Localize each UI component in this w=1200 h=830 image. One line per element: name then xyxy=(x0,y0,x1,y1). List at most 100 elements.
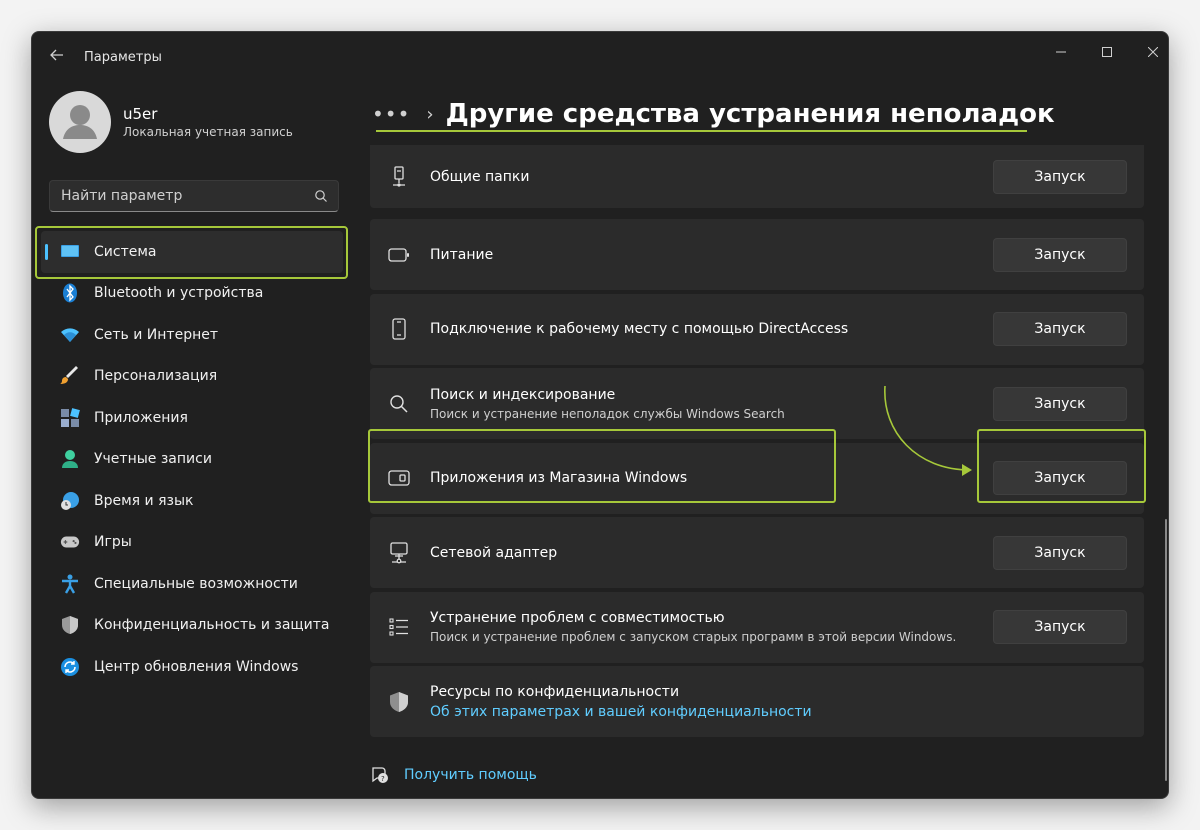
list-icon xyxy=(388,616,410,638)
person-icon xyxy=(60,449,80,469)
list-item: Подключение к рабочему месту с помощью D… xyxy=(370,293,1144,365)
row-title: Поиск и индексирование xyxy=(430,386,616,403)
apps-icon xyxy=(60,407,80,428)
sidebar-item-network[interactable]: Сеть и Интернет xyxy=(37,314,347,356)
chevron-right-icon: › xyxy=(426,103,434,125)
network-adapter-icon xyxy=(388,541,410,564)
row-text: Приложения из Магазина Windows xyxy=(430,470,687,486)
run-button[interactable]: Запуск xyxy=(993,610,1127,644)
sidebar-item-accounts[interactable]: Учетные записи xyxy=(37,439,347,481)
store-app-icon xyxy=(388,467,410,489)
row-text: Поиск и индексирование Поиск и устранени… xyxy=(430,387,785,421)
list-item: Общие папки Запуск xyxy=(370,145,1144,208)
row-text: Сетевой адаптер xyxy=(430,545,557,561)
sidebar-item-system[interactable]: Система xyxy=(41,231,343,273)
sidebar-item-windows-update[interactable]: Центр обновления Windows xyxy=(37,646,347,688)
close-button[interactable] xyxy=(1130,38,1168,66)
row-title: Общие папки xyxy=(430,168,530,185)
sidebar-nav: Система Bluetooth и устройства Сеть и Ин… xyxy=(37,231,347,688)
arrow-left-icon xyxy=(50,49,63,61)
settings-window: Параметры u5er Локальная учетная запись … xyxy=(31,31,1169,799)
privacy-resources-card: Ресурсы по конфиденциальности Об этих па… xyxy=(370,666,1144,737)
run-button[interactable]: Запуск xyxy=(993,461,1127,495)
gamepad-icon xyxy=(60,532,80,552)
list-item: Устранение проблем с совместимостью Поис… xyxy=(370,591,1144,663)
maximize-button[interactable] xyxy=(1084,38,1130,66)
row-text: Устранение проблем с совместимостью Поис… xyxy=(430,610,956,644)
close-icon xyxy=(1148,47,1158,57)
sidebar-item-label: Персонализация xyxy=(94,368,218,385)
phone-device-icon xyxy=(388,318,410,340)
back-button[interactable] xyxy=(46,46,68,68)
sidebar-item-accessibility[interactable]: Специальные возможности xyxy=(37,563,347,605)
row-title: Подключение к рабочему месту с помощью D… xyxy=(430,321,849,337)
row-title: Приложения из Магазина Windows xyxy=(430,470,688,486)
sidebar-item-label: Bluetooth и устройства xyxy=(94,285,264,302)
search-input[interactable] xyxy=(50,181,306,211)
get-help-link[interactable]: ? Получить помощь xyxy=(370,765,537,785)
update-icon xyxy=(60,657,80,677)
minimize-button[interactable] xyxy=(1038,38,1084,66)
shield-icon xyxy=(388,691,410,713)
brush-icon xyxy=(60,366,80,386)
run-button[interactable]: Запуск xyxy=(993,386,1127,421)
sidebar-item-privacy[interactable]: Конфиденциальность и защита xyxy=(37,605,347,647)
row-title: Устранение проблем с совместимостью xyxy=(430,610,725,626)
accessibility-icon xyxy=(60,574,80,594)
privacy-link[interactable]: Об этих параметрах и вашей конфиденциаль… xyxy=(430,704,812,720)
troubleshooter-list: Общие папки Запуск Питание Запуск Подклю… xyxy=(370,145,1144,741)
sidebar-item-time-language[interactable]: Время и язык xyxy=(37,480,347,522)
row-subtitle: Поиск и устранение неполадок службы Wind… xyxy=(430,406,785,421)
sidebar-item-label: Время и язык xyxy=(94,492,194,509)
run-button[interactable]: Запуск xyxy=(993,535,1127,570)
row-text: Общие папки xyxy=(430,169,529,185)
row-title: Ресурсы по конфиденциальности xyxy=(430,683,680,700)
title-bar: Параметры xyxy=(32,32,1168,82)
monitor-icon xyxy=(60,242,80,262)
run-button[interactable]: Запуск xyxy=(993,237,1127,272)
breadcrumb: ••• › Другие средства устранения неполад… xyxy=(372,94,1055,134)
sidebar-item-label: Система xyxy=(94,243,157,260)
search-icon[interactable] xyxy=(314,189,328,203)
battery-icon xyxy=(388,244,410,266)
search-box xyxy=(49,180,339,212)
bluetooth-icon xyxy=(60,283,80,303)
list-item: Поиск и индексирование Поиск и устранени… xyxy=(370,368,1144,439)
list-item: Приложения из Магазина Windows Запуск xyxy=(370,442,1144,514)
avatar[interactable] xyxy=(49,91,111,153)
page-title: Другие средства устранения неполадок xyxy=(445,99,1055,129)
row-text: Питание xyxy=(430,247,493,263)
more-button[interactable]: ••• xyxy=(372,102,410,126)
sidebar-item-label: Приложения xyxy=(94,409,188,426)
title-underline xyxy=(376,130,1027,132)
run-button[interactable]: Запуск xyxy=(993,312,1127,346)
maximize-icon xyxy=(1102,47,1112,57)
sidebar-item-label: Центр обновления Windows xyxy=(94,658,299,675)
account-type: Локальная учетная запись xyxy=(123,125,293,139)
list-item: Сетевой адаптер Запуск xyxy=(370,517,1144,588)
row-text: Подключение к рабочему месту с помощью D… xyxy=(430,321,848,337)
row-subtitle: Поиск и устранение проблем с запуском ст… xyxy=(430,630,957,644)
sidebar-item-bluetooth[interactable]: Bluetooth и устройства xyxy=(37,273,347,315)
search-icon xyxy=(388,393,410,415)
person-icon xyxy=(63,105,97,139)
globe-clock-icon xyxy=(60,491,80,511)
help-icon: ? xyxy=(372,767,388,783)
run-button[interactable]: Запуск xyxy=(993,159,1127,194)
sidebar-item-gaming[interactable]: Игры xyxy=(37,522,347,564)
sidebar-item-apps[interactable]: Приложения xyxy=(37,397,347,439)
shield-icon xyxy=(60,615,80,635)
sidebar-item-label: Сеть и Интернет xyxy=(94,326,218,343)
row-title: Питание xyxy=(430,246,494,263)
wifi-icon xyxy=(60,325,80,345)
list-item: Питание Запуск xyxy=(370,219,1144,290)
sidebar-item-label: Конфиденциальность и защита xyxy=(94,617,330,634)
shared-folder-icon xyxy=(388,165,410,188)
sidebar-item-label: Специальные возможности xyxy=(94,575,298,592)
user-name: u5er xyxy=(123,105,158,123)
get-help-label: Получить помощь xyxy=(404,767,537,783)
sidebar-item-label: Игры xyxy=(94,534,132,551)
sidebar-item-label: Учетные записи xyxy=(94,451,212,468)
scrollbar[interactable] xyxy=(1165,519,1167,781)
sidebar-item-personalization[interactable]: Персонализация xyxy=(37,356,347,398)
